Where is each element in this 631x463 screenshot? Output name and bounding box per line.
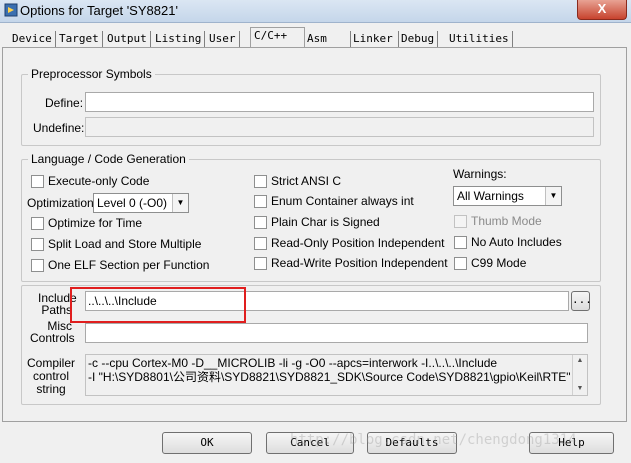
no-auto-includes-label: No Auto Includes [471, 235, 562, 249]
c99-mode-label: C99 Mode [471, 256, 527, 270]
one-elf-label: One ELF Section per Function [48, 258, 210, 272]
split-load-label: Split Load and Store Multiple [48, 237, 202, 251]
tab-debug[interactable]: Debug [398, 31, 439, 47]
strict-ansi-label: Strict ANSI C [271, 174, 342, 188]
include-paths-label: Include Paths [38, 292, 77, 317]
misc-controls-label: Misc Controls [30, 320, 75, 345]
undefine-label: Undefine: [33, 121, 85, 135]
compiler-string-scrollbar[interactable]: ▲ ▼ [572, 355, 587, 395]
misc-label-line2: Controls [30, 331, 75, 345]
tab-output[interactable]: Output [104, 31, 151, 47]
misc-controls-input[interactable] [85, 323, 588, 343]
tab-listing[interactable]: Listing [152, 31, 206, 47]
compiler-string-line2: -I "H:\SYD8801\公司资料\SYD8821\SYD8821_SDK\… [88, 371, 571, 384]
one-elf-checkbox[interactable] [31, 259, 44, 272]
undefine-input [85, 117, 594, 137]
include-label-line2: Paths [41, 303, 72, 317]
compiler-string-line1: -c --cpu Cortex-M0 -D__MICROLIB -li -g -… [88, 357, 498, 370]
compiler-control-label: Compiler control string [26, 357, 76, 396]
optimize-time-label: Optimize for Time [48, 216, 143, 230]
define-label: Define: [45, 96, 84, 110]
plain-char-label: Plain Char is Signed [271, 215, 380, 229]
scroll-up-icon[interactable]: ▲ [573, 355, 587, 367]
thumb-mode-checkbox [454, 215, 467, 228]
include-browse-button[interactable]: ... [571, 291, 592, 311]
watermark-text: http://blog.csdn.net/chengdong1314 [290, 432, 577, 448]
strict-ansi-checkbox[interactable] [254, 175, 267, 188]
no-auto-includes-checkbox[interactable] [454, 236, 467, 249]
window-title: Options for Target 'SY8821' [20, 3, 178, 18]
rw-position-label: Read-Write Position Independent [271, 256, 448, 270]
tab-utilities[interactable]: Utilities [446, 31, 513, 47]
warnings-label: Warnings: [453, 167, 507, 181]
optimization-value: Level 0 (-O0) [97, 196, 168, 210]
enum-container-label: Enum Container always int [271, 194, 414, 208]
ok-button[interactable]: OK [162, 432, 252, 454]
chevron-down-icon: ▼ [545, 187, 561, 205]
scroll-down-icon[interactable]: ▼ [573, 383, 587, 395]
tab-linker[interactable]: Linker [350, 31, 399, 47]
execute-only-label: Execute-only Code [48, 174, 150, 188]
warnings-select[interactable]: All Warnings ▼ [453, 186, 562, 206]
tab-asm[interactable]: Asm [304, 31, 351, 47]
execute-only-checkbox[interactable] [31, 175, 44, 188]
ro-position-label: Read-Only Position Independent [271, 236, 445, 250]
highlight-box [70, 287, 246, 323]
compiler-control-string: -c --cpu Cortex-M0 -D__MICROLIB -li -g -… [85, 354, 588, 396]
preprocessor-legend: Preprocessor Symbols [28, 67, 155, 81]
plain-char-checkbox[interactable] [254, 216, 267, 229]
optimize-time-checkbox[interactable] [31, 217, 44, 230]
split-load-checkbox[interactable] [31, 238, 44, 251]
ro-position-checkbox[interactable] [254, 237, 267, 250]
tab-device[interactable]: Device [9, 31, 56, 47]
keil-app-icon [4, 3, 18, 17]
c99-mode-checkbox[interactable] [454, 257, 467, 270]
close-button[interactable]: X [577, 0, 627, 20]
language-legend: Language / Code Generation [28, 152, 189, 166]
tab-c-cpp[interactable]: C/C++ [250, 27, 305, 48]
compiler-label-line3: string [36, 382, 66, 396]
enum-container-checkbox[interactable] [254, 195, 267, 208]
thumb-mode-label: Thumb Mode [471, 214, 542, 228]
tab-target[interactable]: Target [56, 31, 103, 47]
optimization-label: Optimization: [27, 196, 98, 210]
rw-position-checkbox[interactable] [254, 257, 267, 270]
optimization-select[interactable]: Level 0 (-O0) ▼ [93, 193, 189, 213]
tab-user[interactable]: User [206, 31, 240, 47]
chevron-down-icon: ▼ [172, 194, 188, 212]
define-input[interactable] [85, 92, 594, 112]
warnings-value: All Warnings [457, 189, 524, 203]
